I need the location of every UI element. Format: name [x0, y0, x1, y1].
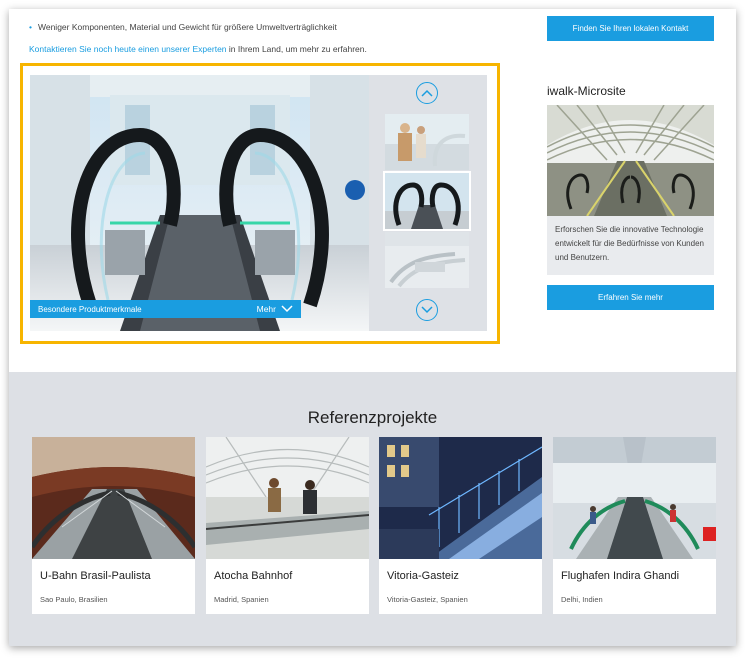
- product-features-bar[interactable]: Besondere Produktmerkmale Mehr: [30, 300, 301, 318]
- reference-card-name: Atocha Bahnhof: [214, 570, 293, 582]
- reference-photo-3: [379, 437, 542, 559]
- reference-card[interactable]: U-Bahn Brasil-Paulista Sao Paulo, Brasil…: [32, 437, 195, 614]
- thumbnail-1[interactable]: [385, 114, 469, 170]
- reference-card-image: [206, 437, 369, 559]
- reference-card-image: [553, 437, 716, 559]
- thumbnail-2-image: [385, 173, 469, 229]
- microsite-description: Erforschen Sie die innovative Technologi…: [547, 216, 714, 275]
- gallery-main-image[interactable]: Besondere Produktmerkmale Mehr: [30, 75, 369, 331]
- thumbnail-3-image: [385, 232, 469, 288]
- feature-bullet: • Weniger Komponenten, Material und Gewic…: [29, 22, 337, 32]
- thumbnail-3[interactable]: [385, 232, 469, 288]
- chevron-up-icon: [421, 89, 433, 97]
- reference-card-name: Vitoria-Gasteiz: [387, 570, 459, 582]
- page-frame: • Weniger Komponenten, Material und Gewic…: [9, 9, 736, 646]
- thumbnail-strip: [383, 75, 471, 331]
- microsite-image[interactable]: [547, 105, 714, 216]
- reference-section: Referenzprojekte U-Bahn Brasil-Paulista …: [9, 372, 736, 646]
- feature-bullet-text: Weniger Komponenten, Material und Gewich…: [37, 22, 337, 32]
- reference-card-image: [32, 437, 195, 559]
- reference-card-name: Flughafen Indira Ghandi: [561, 570, 680, 582]
- product-features-label: Besondere Produktmerkmale: [38, 304, 142, 314]
- chevron-down-icon: [281, 305, 293, 313]
- reference-card[interactable]: Vitoria-Gasteiz Vitoria-Gasteiz, Spanien: [379, 437, 542, 614]
- bullet-dot-icon: •: [29, 22, 32, 32]
- reference-photo-1: [32, 437, 195, 559]
- reference-card-name: U-Bahn Brasil-Paulista: [40, 570, 151, 582]
- thumbnail-1-image: [385, 114, 469, 170]
- contact-expert-link[interactable]: Kontaktieren Sie noch heute einen unsere…: [29, 44, 227, 54]
- reference-card-image: [379, 437, 542, 559]
- reference-card-location: Madrid, Spanien: [214, 595, 269, 604]
- reference-card-location: Vitoria-Gasteiz, Spanien: [387, 595, 468, 604]
- product-section: • Weniger Komponenten, Material und Gewic…: [9, 9, 736, 372]
- thumbnail-2[interactable]: [383, 171, 471, 231]
- reference-card[interactable]: Flughafen Indira Ghandi Delhi, Indien: [553, 437, 716, 614]
- scroll-down-button[interactable]: [416, 299, 438, 321]
- microsite-title: iwalk-Microsite: [547, 84, 626, 98]
- find-contact-button[interactable]: Finden Sie Ihren lokalen Kontakt: [547, 16, 714, 41]
- reference-title: Referenzprojekte: [307, 408, 438, 427]
- contact-line-rest: in Ihrem Land, um mehr zu erfahren.: [226, 44, 367, 54]
- reference-card-location: Delhi, Indien: [561, 595, 603, 604]
- microsite-photo: [547, 105, 714, 216]
- reference-card-location: Sao Paulo, Brasilien: [40, 595, 108, 604]
- escalator-photo: [30, 75, 369, 331]
- reference-card[interactable]: Atocha Bahnhof Madrid, Spanien: [206, 437, 369, 614]
- chevron-down-icon: [421, 306, 433, 314]
- product-gallery: Besondere Produktmerkmale Mehr: [20, 63, 500, 344]
- more-toggle[interactable]: Mehr: [257, 304, 293, 314]
- learn-more-button[interactable]: Erfahren Sie mehr: [547, 285, 714, 310]
- scroll-up-button[interactable]: [416, 82, 438, 104]
- reference-photo-2: [206, 437, 369, 559]
- more-label: Mehr: [256, 304, 276, 314]
- contact-line: Kontaktieren Sie noch heute einen unsere…: [29, 44, 367, 54]
- reference-photo-4: [553, 437, 716, 559]
